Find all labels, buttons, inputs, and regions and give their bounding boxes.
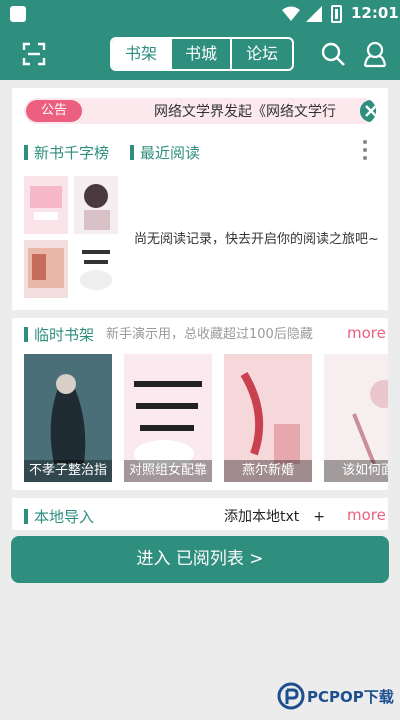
book-cover[interactable] — [74, 176, 118, 234]
notice-tag: 公告 — [26, 100, 82, 122]
status-bar: 12:01 — [0, 0, 400, 28]
add-local-txt-button[interactable]: 添加本地txt + — [224, 506, 325, 526]
signal-icon — [306, 6, 322, 22]
tab-forum[interactable]: 论坛 — [232, 39, 292, 69]
recent-empty-text: 尚无阅读记录，快去开启你的阅读之旅吧~ — [134, 232, 379, 247]
book-title: 燕尔新婚 — [224, 460, 312, 482]
watermark: PCPOP下载 — [277, 682, 399, 712]
user-icon[interactable] — [362, 40, 388, 68]
book-item[interactable]: 燕尔新婚 — [224, 354, 312, 482]
pcpop-logo-icon — [277, 682, 305, 710]
notice-text[interactable]: 网络文学界发起《网络文学行 — [154, 101, 336, 121]
app-header: 书架 书城 论坛 — [0, 28, 400, 80]
book-item[interactable]: 对照组女配靠 — [124, 354, 212, 482]
notification-icon — [10, 6, 26, 22]
tab-bookshelf[interactable]: 书架 — [112, 39, 172, 69]
enter-read-list-button[interactable]: 进入 已阅列表 > — [11, 536, 389, 583]
book-cover[interactable] — [24, 176, 68, 234]
local-import-more-link[interactable]: more — [347, 506, 386, 524]
local-import-heading: 本地导入 — [24, 506, 94, 527]
new-books-covers — [24, 176, 118, 298]
battery-icon — [331, 5, 342, 23]
temp-shelf-books: 不孝子整治指 对照组女配靠 燕尔新婚 该如何面 — [24, 354, 388, 484]
temp-shelf-hint: 新手演示用，总收藏超过100后隐藏 — [106, 327, 313, 342]
notice-bar[interactable]: 公告 网络文学界发起《网络文学行 — [24, 98, 376, 124]
book-title: 对照组女配靠 — [124, 460, 212, 482]
bookshelf-card: 公告 网络文学界发起《网络文学行 新书千字榜 最近阅读 尚无阅读记录，快去开启你… — [12, 88, 388, 310]
temp-shelf-card: 临时书架 新手演示用，总收藏超过100后隐藏 more 不孝子整治指 对照组女配… — [12, 318, 388, 490]
book-cover[interactable] — [24, 240, 68, 298]
book-cover[interactable] — [74, 240, 118, 298]
temp-shelf-heading: 临时书架 — [24, 324, 94, 345]
local-import-card: 本地导入 添加本地txt + more — [12, 498, 388, 530]
book-title: 该如何面 — [324, 460, 388, 482]
search-icon[interactable] — [320, 41, 346, 67]
temp-shelf-more-link[interactable]: more — [347, 324, 386, 342]
top-tabs: 书架 书城 论坛 — [110, 37, 294, 71]
status-time: 12:01 — [351, 4, 399, 22]
book-title: 不孝子整治指 — [24, 460, 112, 482]
recent-reading-heading[interactable]: 最近阅读 — [130, 142, 200, 163]
watermark-text: PCPOP下载 — [307, 688, 394, 706]
book-item[interactable]: 不孝子整治指 — [24, 354, 112, 482]
tab-bookstore[interactable]: 书城 — [172, 39, 232, 69]
more-options-icon[interactable] — [362, 140, 368, 164]
book-item[interactable]: 该如何面 — [324, 354, 388, 482]
scan-icon[interactable] — [22, 42, 46, 66]
close-icon[interactable] — [360, 100, 376, 122]
new-books-heading[interactable]: 新书千字榜 — [24, 142, 109, 163]
wifi-icon — [282, 6, 300, 21]
